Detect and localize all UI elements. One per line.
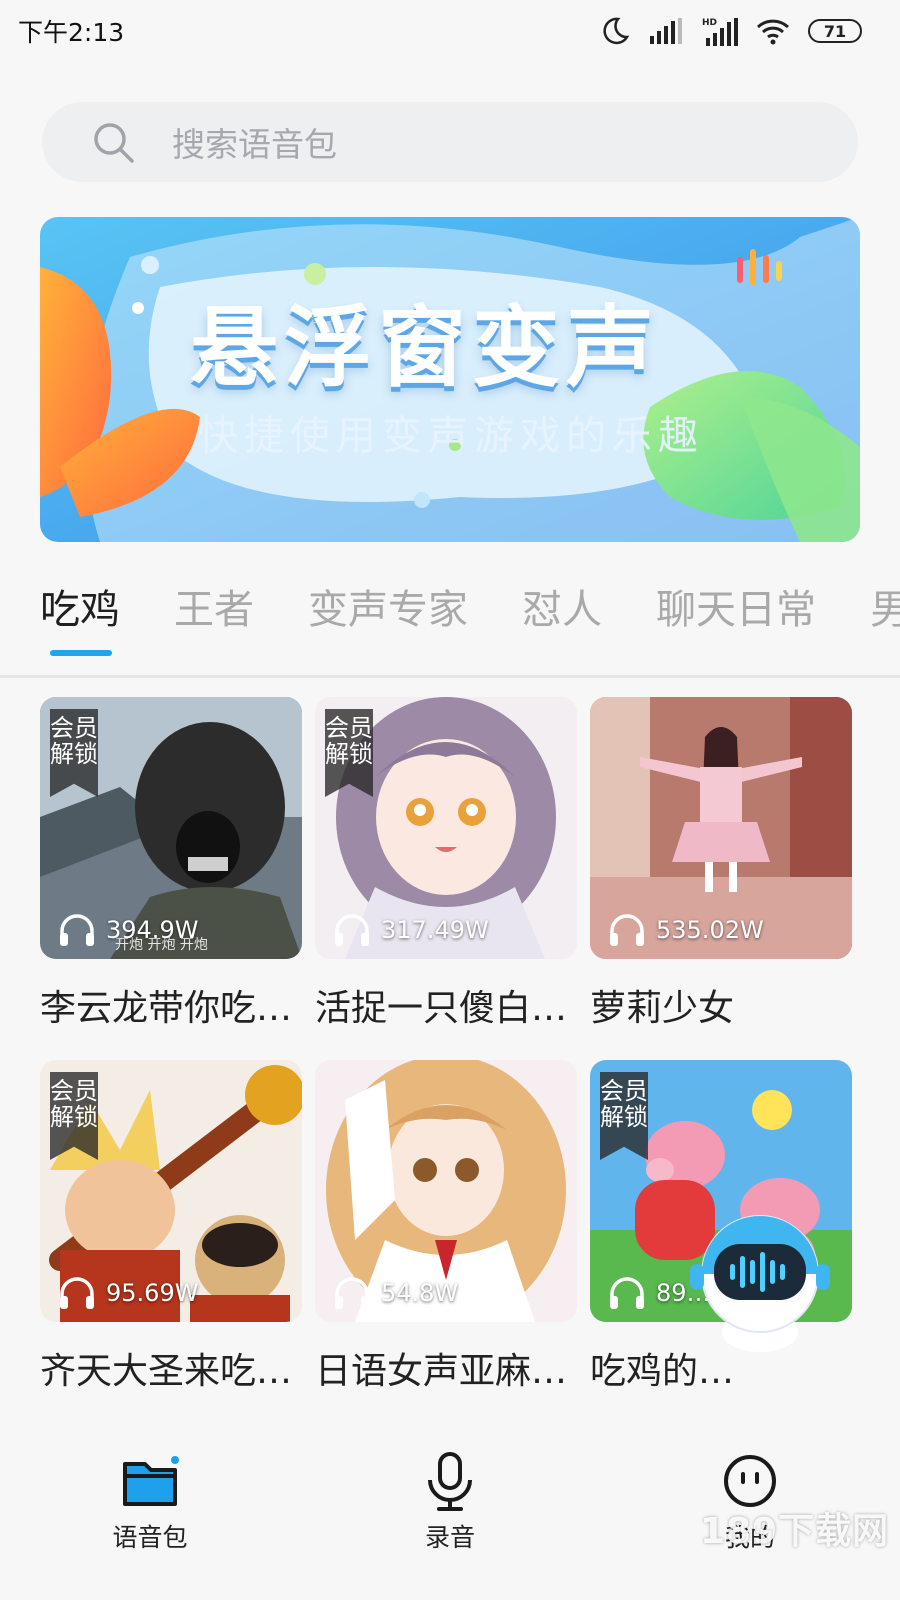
tab-voice-expert[interactable]: 变声专家 — [308, 582, 468, 638]
voice-pack-thumbnail: 54.8W — [315, 1060, 577, 1322]
voice-pack-thumbnail: 开炮 开炮 开炮 会员解锁 394.9W — [40, 697, 302, 959]
signal-icon — [648, 18, 684, 44]
status-icons: HD 71 — [600, 16, 862, 46]
play-count-text: 317.49W — [381, 916, 489, 944]
folder-icon — [123, 1456, 179, 1506]
nav-label: 语音包 — [112, 1523, 188, 1552]
voice-pack-title: 李云龙带你吃… — [40, 988, 293, 1029]
play-count-text: 95.69W — [106, 1279, 199, 1307]
voice-pack-thumbnail: 535.02W — [590, 697, 852, 959]
play-count: 394.9W — [58, 913, 198, 947]
nav-voice-packs[interactable]: 语音包 — [0, 1440, 300, 1600]
wifi-icon — [756, 17, 790, 45]
tab-wangzhe[interactable]: 王者 — [174, 582, 254, 638]
category-tabs: 吃鸡 王者 变声专家 怼人 聊天日常 男 — [0, 582, 900, 678]
voice-pack-title: 齐天大圣来吃… — [40, 1351, 293, 1392]
vip-badge: 会员解锁 — [325, 709, 373, 797]
play-count-text: 394.9W — [106, 916, 199, 944]
headphones-icon — [335, 1277, 369, 1309]
search-area: 搜索语音包 — [0, 62, 900, 204]
headphones-icon — [60, 1277, 94, 1309]
hd-signal-icon: HD — [702, 16, 738, 46]
floating-robot-button[interactable] — [690, 1212, 830, 1352]
voice-pack-card[interactable]: 535.02W 萝莉少女 — [590, 697, 852, 1031]
search-icon — [94, 123, 134, 163]
voice-pack-card[interactable]: 开炮 开炮 开炮 会员解锁 394.9W 李云龙带你吃… — [40, 697, 302, 1031]
voice-pack-title: 活捉一只傻白… — [315, 988, 568, 1029]
status-bar: 下午2:13 HD 71 — [0, 0, 900, 62]
vip-badge: 会员解锁 — [50, 709, 98, 797]
voice-pack-card[interactable]: 会员解锁 317.49W 活捉一只傻白… — [315, 697, 577, 1031]
site-watermark: 189下载网 — [700, 1511, 890, 1552]
voice-pack-thumbnail: 会员解锁 95.69W — [40, 1060, 302, 1322]
svg-text:HD: HD — [702, 18, 717, 28]
tab-male[interactable]: 男 — [870, 582, 900, 638]
headphones-icon — [60, 914, 94, 946]
battery-indicator: 71 — [808, 19, 862, 43]
voice-pack-thumbnail: 会员解锁 317.49W — [315, 697, 577, 959]
status-time: 下午2:13 — [18, 18, 125, 47]
banner-subtitle: 快捷使用变声游戏的乐趣 — [198, 413, 704, 459]
voice-pack-card[interactable]: 会员解锁 95.69W 齐天大圣来吃… — [40, 1060, 302, 1394]
voice-pack-title: 萝莉少女 — [590, 988, 735, 1029]
play-count-text: 535.02W — [656, 916, 764, 944]
moon-icon — [600, 16, 630, 46]
microphone-icon — [428, 1452, 472, 1511]
headphones-icon — [335, 914, 369, 946]
nav-record[interactable]: 录音 — [300, 1440, 600, 1600]
tab-daily-chat[interactable]: 聊天日常 — [656, 582, 816, 638]
play-count: 54.8W — [333, 1276, 458, 1310]
headphones-icon — [610, 1277, 644, 1309]
play-count: 317.49W — [333, 913, 489, 947]
play-count-text: 54.8W — [381, 1279, 459, 1307]
nav-label: 录音 — [424, 1523, 475, 1552]
voice-pack-title: 日语女声亚麻… — [315, 1351, 568, 1392]
search-input[interactable]: 搜索语音包 — [42, 102, 858, 182]
search-placeholder: 搜索语音包 — [172, 125, 337, 164]
tab-roast[interactable]: 怼人 — [522, 582, 602, 638]
tab-chiji[interactable]: 吃鸡 — [40, 582, 120, 656]
robot-icon — [690, 1215, 830, 1352]
headphones-icon — [610, 914, 644, 946]
banner-title: 悬浮窗变声 — [190, 296, 661, 399]
play-count: 95.69W — [58, 1276, 198, 1310]
promo-banner[interactable]: 悬浮窗变声 快捷使用变声游戏的乐趣 — [40, 217, 860, 542]
play-count: 535.02W — [608, 913, 764, 947]
voice-pack-card[interactable]: 54.8W 日语女声亚麻… — [315, 1060, 577, 1394]
